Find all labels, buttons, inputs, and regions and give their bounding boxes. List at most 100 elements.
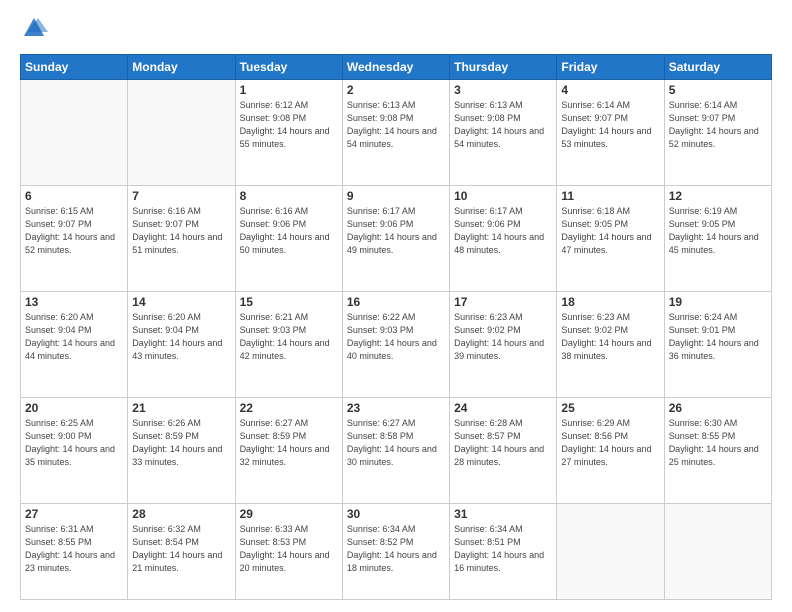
day-number: 15 [240, 295, 338, 309]
day-info: Sunrise: 6:27 AMSunset: 8:59 PMDaylight:… [240, 417, 338, 469]
day-info: Sunrise: 6:30 AMSunset: 8:55 PMDaylight:… [669, 417, 767, 469]
day-number: 23 [347, 401, 445, 415]
day-info: Sunrise: 6:20 AMSunset: 9:04 PMDaylight:… [25, 311, 123, 363]
weekday-header-wednesday: Wednesday [342, 55, 449, 80]
day-info: Sunrise: 6:23 AMSunset: 9:02 PMDaylight:… [454, 311, 552, 363]
calendar-cell: 13 Sunrise: 6:20 AMSunset: 9:04 PMDayligh… [21, 291, 128, 397]
day-number: 19 [669, 295, 767, 309]
day-info: Sunrise: 6:13 AMSunset: 9:08 PMDaylight:… [347, 99, 445, 151]
day-number: 4 [561, 83, 659, 97]
day-info: Sunrise: 6:16 AMSunset: 9:07 PMDaylight:… [132, 205, 230, 257]
calendar-week-4: 20 Sunrise: 6:25 AMSunset: 9:00 PMDayligh… [21, 397, 772, 503]
day-number: 17 [454, 295, 552, 309]
day-number: 3 [454, 83, 552, 97]
day-number: 21 [132, 401, 230, 415]
day-info: Sunrise: 6:12 AMSunset: 9:08 PMDaylight:… [240, 99, 338, 151]
day-info: Sunrise: 6:27 AMSunset: 8:58 PMDaylight:… [347, 417, 445, 469]
day-info: Sunrise: 6:19 AMSunset: 9:05 PMDaylight:… [669, 205, 767, 257]
day-info: Sunrise: 6:14 AMSunset: 9:07 PMDaylight:… [561, 99, 659, 151]
calendar-cell: 9 Sunrise: 6:17 AMSunset: 9:06 PMDaylight… [342, 185, 449, 291]
page: SundayMondayTuesdayWednesdayThursdayFrid… [0, 0, 792, 612]
day-info: Sunrise: 6:21 AMSunset: 9:03 PMDaylight:… [240, 311, 338, 363]
day-number: 31 [454, 507, 552, 521]
day-info: Sunrise: 6:33 AMSunset: 8:53 PMDaylight:… [240, 523, 338, 575]
day-info: Sunrise: 6:13 AMSunset: 9:08 PMDaylight:… [454, 99, 552, 151]
calendar-cell: 24Sunrise: 6:28 AMSunset: 8:57 PMDayligh… [450, 397, 557, 503]
calendar-week-1: 1 Sunrise: 6:12 AMSunset: 9:08 PMDaylight… [21, 80, 772, 186]
calendar-cell: 23 Sunrise: 6:27 AMSunset: 8:58 PMDayligh… [342, 397, 449, 503]
day-number: 27 [25, 507, 123, 521]
day-number: 29 [240, 507, 338, 521]
day-info: Sunrise: 6:23 AMSunset: 9:02 PMDaylight:… [561, 311, 659, 363]
day-number: 5 [669, 83, 767, 97]
day-info: Sunrise: 6:17 AMSunset: 9:06 PMDaylight:… [454, 205, 552, 257]
day-info: Sunrise: 6:26 AMSunset: 8:59 PMDaylight:… [132, 417, 230, 469]
calendar-cell: 4 Sunrise: 6:14 AMSunset: 9:07 PMDaylight… [557, 80, 664, 186]
day-number: 22 [240, 401, 338, 415]
day-info: Sunrise: 6:25 AMSunset: 9:00 PMDaylight:… [25, 417, 123, 469]
day-info: Sunrise: 6:31 AMSunset: 8:55 PMDaylight:… [25, 523, 123, 575]
calendar-cell [21, 80, 128, 186]
calendar-cell: 8 Sunrise: 6:16 AMSunset: 9:06 PMDaylight… [235, 185, 342, 291]
calendar-cell: 1 Sunrise: 6:12 AMSunset: 9:08 PMDaylight… [235, 80, 342, 186]
day-number: 7 [132, 189, 230, 203]
day-info: Sunrise: 6:20 AMSunset: 9:04 PMDaylight:… [132, 311, 230, 363]
day-number: 8 [240, 189, 338, 203]
calendar-cell: 21 Sunrise: 6:26 AMSunset: 8:59 PMDayligh… [128, 397, 235, 503]
calendar-cell: 20 Sunrise: 6:25 AMSunset: 9:00 PMDayligh… [21, 397, 128, 503]
day-info: Sunrise: 6:34 AMSunset: 8:52 PMDaylight:… [347, 523, 445, 575]
day-info: Sunrise: 6:24 AMSunset: 9:01 PMDaylight:… [669, 311, 767, 363]
day-info: Sunrise: 6:22 AMSunset: 9:03 PMDaylight:… [347, 311, 445, 363]
day-number: 10 [454, 189, 552, 203]
day-number: 12 [669, 189, 767, 203]
calendar-week-2: 6Sunrise: 6:15 AMSunset: 9:07 PMDaylight… [21, 185, 772, 291]
weekday-header-thursday: Thursday [450, 55, 557, 80]
day-info: Sunrise: 6:17 AMSunset: 9:06 PMDaylight:… [347, 205, 445, 257]
calendar-cell: 3 Sunrise: 6:13 AMSunset: 9:08 PMDaylight… [450, 80, 557, 186]
calendar-cell: 19 Sunrise: 6:24 AMSunset: 9:01 PMDayligh… [664, 291, 771, 397]
day-info: Sunrise: 6:14 AMSunset: 9:07 PMDaylight:… [669, 99, 767, 151]
weekday-header-tuesday: Tuesday [235, 55, 342, 80]
day-number: 28 [132, 507, 230, 521]
day-number: 20 [25, 401, 123, 415]
logo-icon [20, 14, 48, 42]
day-info: Sunrise: 6:34 AMSunset: 8:51 PMDaylight:… [454, 523, 552, 575]
calendar-cell: 26 Sunrise: 6:30 AMSunset: 8:55 PMDayligh… [664, 397, 771, 503]
calendar-cell: 25Sunrise: 6:29 AMSunset: 8:56 PMDayligh… [557, 397, 664, 503]
weekday-header-monday: Monday [128, 55, 235, 80]
calendar-cell [128, 80, 235, 186]
calendar-cell: 28Sunrise: 6:32 AMSunset: 8:54 PMDayligh… [128, 503, 235, 599]
calendar-week-3: 13 Sunrise: 6:20 AMSunset: 9:04 PMDayligh… [21, 291, 772, 397]
day-number: 9 [347, 189, 445, 203]
day-info: Sunrise: 6:15 AMSunset: 9:07 PMDaylight:… [25, 205, 123, 257]
day-number: 13 [25, 295, 123, 309]
weekday-header-sunday: Sunday [21, 55, 128, 80]
calendar-cell: 15 Sunrise: 6:21 AMSunset: 9:03 PMDayligh… [235, 291, 342, 397]
calendar-cell: 14 Sunrise: 6:20 AMSunset: 9:04 PMDayligh… [128, 291, 235, 397]
calendar-cell: 6Sunrise: 6:15 AMSunset: 9:07 PMDaylight… [21, 185, 128, 291]
calendar-cell [557, 503, 664, 599]
calendar-cell: 12 Sunrise: 6:19 AMSunset: 9:05 PMDayligh… [664, 185, 771, 291]
day-number: 14 [132, 295, 230, 309]
logo [20, 16, 52, 44]
calendar-cell: 2Sunrise: 6:13 AMSunset: 9:08 PMDaylight… [342, 80, 449, 186]
calendar-cell: 11Sunrise: 6:18 AMSunset: 9:05 PMDayligh… [557, 185, 664, 291]
header [20, 16, 772, 44]
day-number: 1 [240, 83, 338, 97]
day-info: Sunrise: 6:18 AMSunset: 9:05 PMDaylight:… [561, 205, 659, 257]
day-info: Sunrise: 6:16 AMSunset: 9:06 PMDaylight:… [240, 205, 338, 257]
calendar-cell: 30 Sunrise: 6:34 AMSunset: 8:52 PMDayligh… [342, 503, 449, 599]
calendar-cell [664, 503, 771, 599]
day-number: 18 [561, 295, 659, 309]
calendar-cell: 29 Sunrise: 6:33 AMSunset: 8:53 PMDayligh… [235, 503, 342, 599]
calendar-cell: 18 Sunrise: 6:23 AMSunset: 9:02 PMDayligh… [557, 291, 664, 397]
calendar-cell: 31 Sunrise: 6:34 AMSunset: 8:51 PMDayligh… [450, 503, 557, 599]
day-number: 26 [669, 401, 767, 415]
day-number: 30 [347, 507, 445, 521]
calendar-cell: 10 Sunrise: 6:17 AMSunset: 9:06 PMDayligh… [450, 185, 557, 291]
calendar-cell: 17 Sunrise: 6:23 AMSunset: 9:02 PMDayligh… [450, 291, 557, 397]
day-number: 25 [561, 401, 659, 415]
calendar-cell: 5 Sunrise: 6:14 AMSunset: 9:07 PMDaylight… [664, 80, 771, 186]
day-number: 16 [347, 295, 445, 309]
weekday-header-row: SundayMondayTuesdayWednesdayThursdayFrid… [21, 55, 772, 80]
